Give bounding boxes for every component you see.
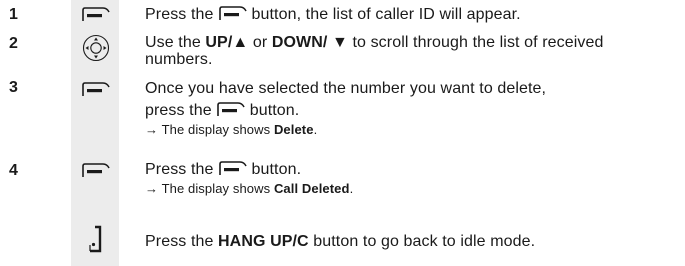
step-1-text-before: Press the bbox=[145, 6, 214, 23]
step-3-text: Once you have selected the number you wa… bbox=[145, 79, 546, 139]
hang-up-key-icon bbox=[89, 225, 102, 253]
step-4-result: → The display shows Call Deleted. bbox=[145, 180, 353, 198]
display-text-delete: Delete bbox=[273, 122, 314, 137]
display-text-call-deleted: Call Deleted bbox=[273, 181, 350, 196]
step-4-result-prefix: → The display shows bbox=[145, 181, 274, 196]
menu-key-icon bbox=[82, 82, 110, 96]
step-1-text: Press the button, the list of caller ID w… bbox=[145, 5, 521, 24]
step-2-text-a: Use the bbox=[145, 34, 206, 51]
hang-up-key-label: HANG UP/C bbox=[218, 233, 309, 250]
step-3-line-2: press the button. bbox=[145, 101, 546, 120]
step-3-line-1: Once you have selected the number you wa… bbox=[145, 80, 547, 97]
step-number-2: 2 bbox=[9, 35, 18, 52]
menu-key-icon bbox=[216, 102, 245, 116]
step-4-result-suffix: . bbox=[349, 181, 354, 196]
step-2-line-1: Use the UP/▲ or DOWN/ ▼ to scroll throug… bbox=[145, 34, 604, 51]
step-2-line-2: numbers. bbox=[145, 51, 213, 68]
step-4-text-after: button. bbox=[251, 161, 302, 178]
step-3-result-suffix: . bbox=[313, 122, 318, 137]
step-number-3: 3 bbox=[9, 79, 18, 96]
menu-key-icon bbox=[82, 163, 110, 177]
step-1-text-after: button, the list of caller ID will appea… bbox=[251, 6, 521, 23]
step-4-text: Press the button. → The display shows Cal… bbox=[145, 160, 353, 198]
step-3-text-before: press the bbox=[145, 102, 212, 119]
menu-key-icon bbox=[218, 161, 247, 175]
menu-key-icon bbox=[82, 7, 110, 21]
hang-up-text-after: button to go back to idle mode. bbox=[308, 233, 536, 250]
step-2-text-e: to scroll through the list of received bbox=[347, 34, 604, 51]
step-number-4: 4 bbox=[9, 162, 18, 179]
step-4-line-1: Press the button. bbox=[145, 160, 353, 179]
step-3-result: → The display shows Delete. bbox=[145, 121, 546, 139]
step-2-text: Use the UP/▲ or DOWN/ ▼ to scroll throug… bbox=[145, 34, 604, 68]
down-key-label: DOWN/ ▼ bbox=[271, 34, 348, 51]
navigation-key-icon bbox=[82, 34, 110, 62]
step-2-text-c: or bbox=[248, 34, 272, 51]
step-3-result-prefix: → The display shows bbox=[145, 122, 274, 137]
up-key-label: UP/▲ bbox=[205, 34, 249, 51]
hang-up-text-before: Press the bbox=[145, 233, 219, 250]
step-number-1: 1 bbox=[9, 6, 18, 23]
hang-up-text: Press the HANG UP/C button to go back to… bbox=[145, 232, 535, 251]
menu-key-icon bbox=[218, 6, 247, 20]
step-3-text-after: button. bbox=[249, 102, 300, 119]
step-4-text-before: Press the bbox=[145, 161, 214, 178]
